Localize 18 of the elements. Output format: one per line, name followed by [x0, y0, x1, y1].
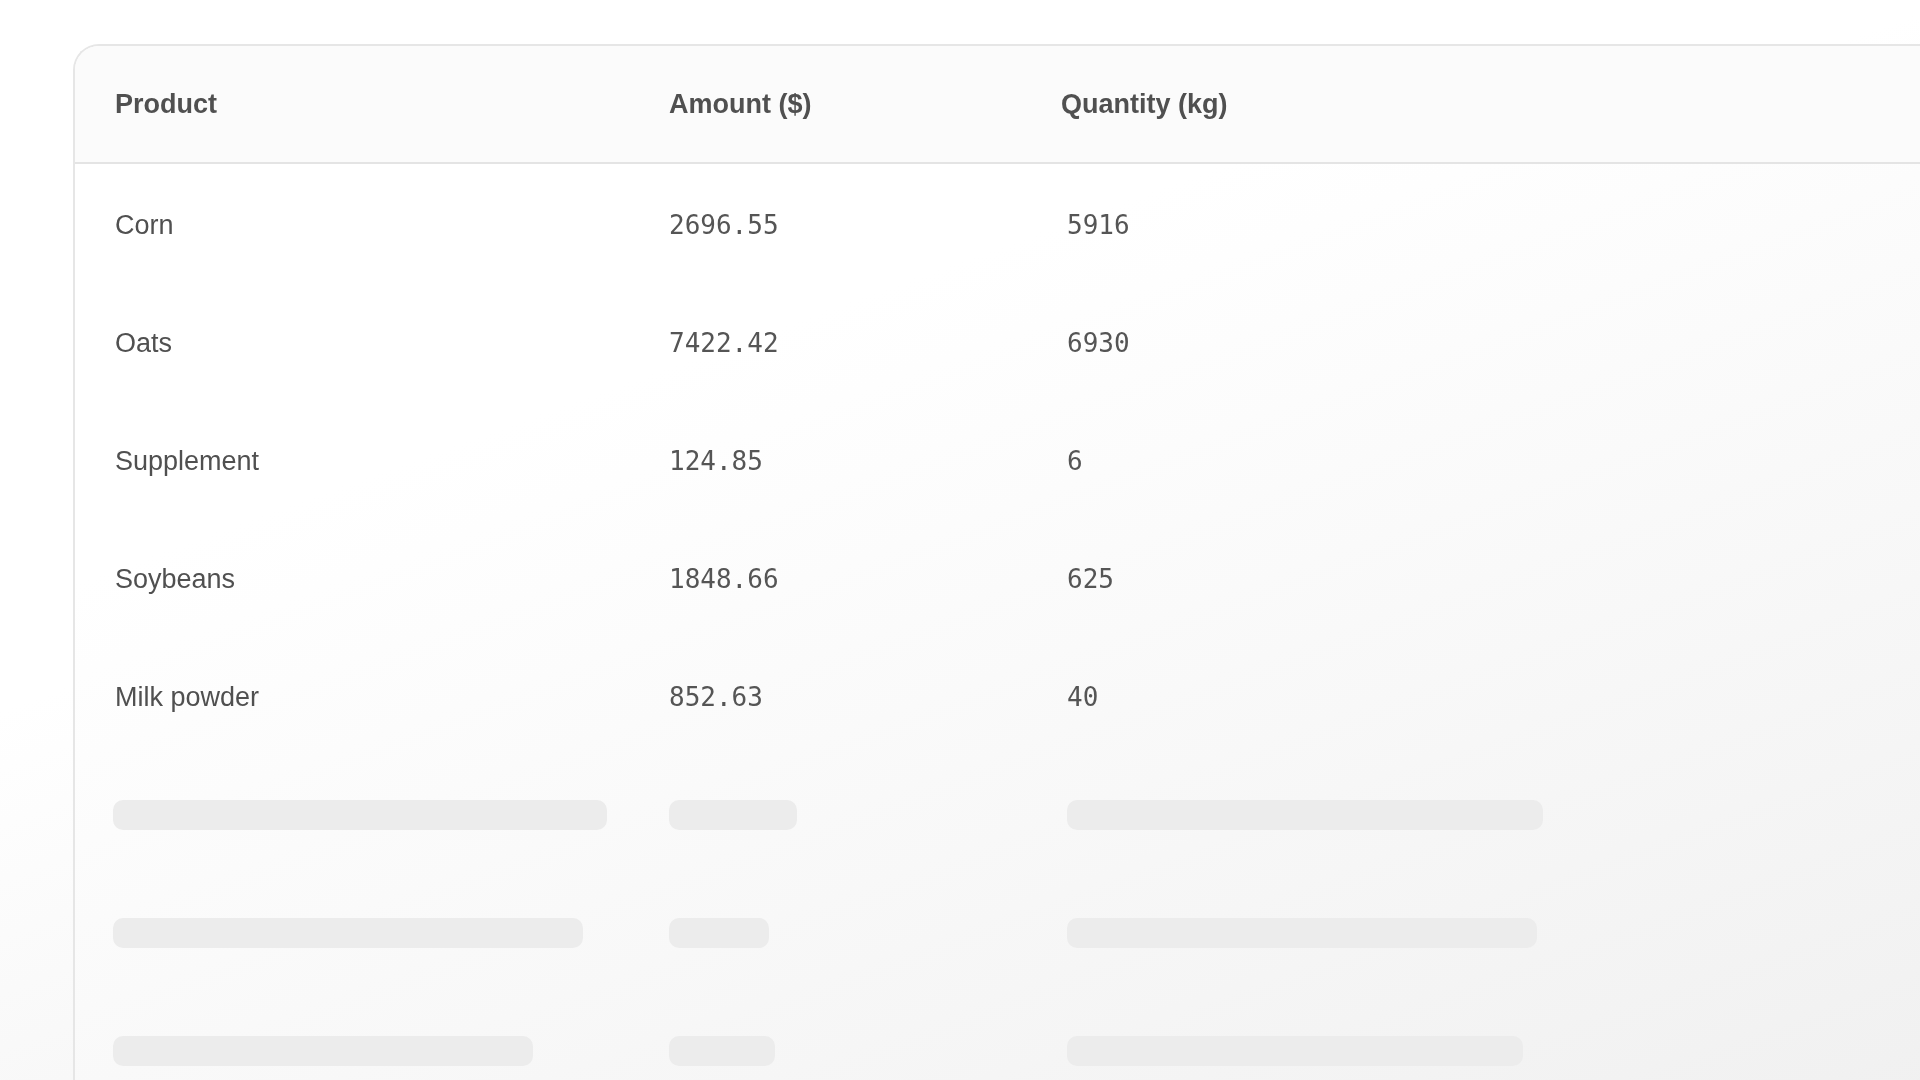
table-cell: 6 — [1067, 446, 1083, 476]
table-cell: Corn — [115, 209, 174, 241]
table-cell: 40 — [1067, 682, 1099, 712]
table-cell: 5916 — [1067, 210, 1130, 240]
table-cell: Oats — [115, 327, 173, 359]
table-cell: Supplement — [115, 445, 260, 477]
table-cell: 6930 — [1067, 328, 1130, 358]
column-header[interactable]: Amount ($) — [669, 88, 812, 120]
table-cell: 625 — [1067, 564, 1114, 594]
table-cell: 852.63 — [669, 682, 763, 712]
table-cell: Milk powder — [115, 681, 260, 713]
table-cell: 124.85 — [669, 446, 763, 476]
table-cell: 7422.42 — [669, 328, 779, 358]
table-cell: 1848.66 — [669, 564, 779, 594]
table-cell: 2696.55 — [669, 210, 779, 240]
column-header[interactable]: Product — [115, 88, 217, 120]
column-header[interactable]: Quantity (kg) — [1061, 88, 1228, 120]
table-cell: Soybeans — [115, 563, 236, 595]
